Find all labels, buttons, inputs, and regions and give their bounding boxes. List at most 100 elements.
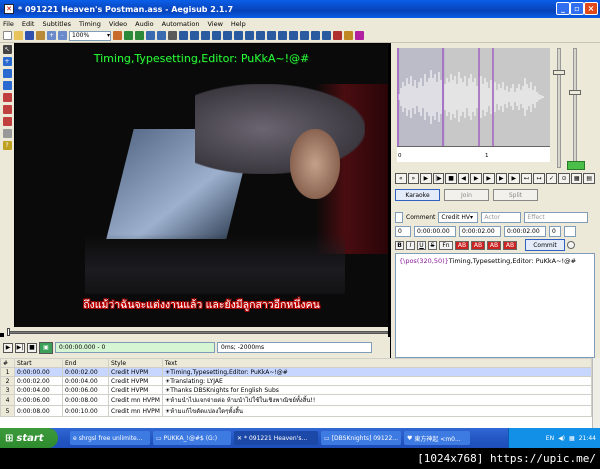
stop-audio-icon[interactable]: ■ [445,172,457,184]
vertical-zoom-slider[interactable] [557,48,561,168]
speaker-icon[interactable]: ◀) [558,435,565,442]
play-line-audio-icon[interactable]: |▶ [432,172,445,184]
options-icon[interactable] [333,31,342,40]
properties-icon[interactable] [212,31,221,40]
strikeout-button[interactable]: S [428,240,437,250]
link-volume-icon[interactable] [567,161,585,170]
play-line-icon[interactable]: ▶| [15,342,25,353]
play-icon[interactable]: ▶ [3,342,13,353]
play-to-end-icon[interactable]: ▶ [508,172,520,184]
grid-scrollbar[interactable] [592,358,600,428]
save-icon[interactable] [25,31,34,40]
karaoke-button[interactable]: Karaoke [395,189,440,201]
menu-video[interactable]: Video [109,20,127,28]
style-select[interactable]: Credit HV ▾ [438,211,479,223]
play-first-500-icon[interactable]: ▶ [482,172,495,184]
auto-goto-icon[interactable]: ▦ [570,172,583,184]
styles-manager-icon[interactable] [201,31,210,40]
margin-right-field[interactable] [564,225,576,237]
play-selection-icon[interactable]: ▶ [420,172,432,184]
start-button[interactable]: ⊞ start [0,428,58,448]
leadout-icon[interactable]: ↦ [533,172,545,184]
menu-help[interactable]: Help [231,20,246,28]
realtime-icon[interactable] [2,129,12,138]
outline-color-button[interactable]: AB [487,240,501,250]
spell-check-icon[interactable] [311,31,320,40]
timing-postprocessor-icon[interactable] [256,31,265,40]
zoom-in-icon[interactable]: + [47,31,56,40]
seek-thumb[interactable] [7,328,10,336]
menu-edit[interactable]: Edit [22,20,35,28]
volume-thumb[interactable] [569,90,581,95]
layer-field[interactable]: 0 [395,225,411,237]
secondary-color-button[interactable]: AB [471,240,485,250]
task-dbsknights[interactable]: ▭ [DBSKnights] 09122... [321,431,401,445]
new-file-icon[interactable] [3,31,12,40]
split-button[interactable]: Split [493,189,538,201]
volume-slider[interactable] [573,48,577,168]
effect-field[interactable]: Effect [524,211,589,223]
table-row[interactable]: 4 0:00:06.00 0:00:08.00 Credit mn HVPM ☀… [0,394,593,406]
language-indicator[interactable]: EN [546,435,554,442]
attachments-icon[interactable] [168,31,177,40]
time-mode-radio[interactable] [567,241,575,249]
open-video-icon[interactable] [36,31,45,40]
autoscroll-icon[interactable]: ▣ [39,341,53,354]
play-last-500-icon[interactable]: ▶ [495,172,508,184]
primary-color-button[interactable]: AB [455,240,469,250]
select-lines-icon[interactable] [322,31,331,40]
actor-field[interactable]: Actor [481,211,522,223]
translation-assistant-icon[interactable] [234,31,243,40]
aegisub-app-icon[interactable]: ✕ [4,4,14,14]
close-button[interactable]: × [584,2,598,15]
commit-button[interactable]: Commit [525,239,565,251]
duration-field[interactable]: 0:00:02.00 [504,225,546,237]
styling-assistant-icon[interactable] [223,31,232,40]
menu-audio[interactable]: Audio [135,20,153,28]
minimize-button[interactable]: _ [556,2,570,15]
start-time-field[interactable]: 0:00:00.00 [414,225,456,237]
bold-button[interactable]: B [395,240,404,250]
audio-waveform[interactable] [397,48,550,146]
prev-line-icon[interactable]: « [395,172,407,184]
leadin-icon[interactable]: ↤ [520,172,533,184]
next-line-icon[interactable]: » [407,172,420,184]
video-time-field[interactable]: 0:00:00.000 - 0 [55,342,215,353]
snap-end-icon[interactable] [300,31,309,40]
menu-automation[interactable]: Automation [162,20,200,28]
join-button[interactable]: Join [444,189,489,201]
menu-view[interactable]: View [207,20,222,28]
replace-icon[interactable] [157,31,166,40]
underline-button[interactable]: U [417,240,426,250]
subtitle-text-editor[interactable]: {\pos(320,50)}Timing,Typesetting,Editor:… [395,253,595,358]
table-row[interactable]: 5 0:00:08.00 0:00:10.00 Credit mn HVPM ☀… [0,405,593,417]
task-folder[interactable]: ▭ PUKKA_!@#$ (G:) [153,431,231,445]
stop-icon[interactable]: ■ [27,342,37,353]
scale-tool-icon[interactable] [2,93,12,102]
standard-tool-icon[interactable]: ↖ [2,45,12,54]
resample-icon[interactable] [245,31,254,40]
video-seek-slider[interactable] [4,327,388,337]
jump-video-icon[interactable] [113,31,122,40]
task-music[interactable]: ♥ 東方神起 <m0... [404,431,470,445]
jump-start-icon[interactable] [124,31,133,40]
table-row[interactable]: 3 0:00:04.00 0:00:06.00 Credit HVPM ☀Tha… [0,385,593,395]
help-icon[interactable]: ? [2,141,12,150]
comment-checkbox[interactable] [395,211,403,223]
fonts-collector-icon[interactable] [179,31,188,40]
clock[interactable]: 21:44 [579,435,596,442]
vector-clip-icon[interactable] [2,117,12,126]
table-row[interactable]: 2 0:00:02.00 0:00:04.00 Credit HVPM ☀Tra… [0,376,593,386]
table-row[interactable]: 1 0:00:00.00 0:00:02.00 Credit HVPM ☀Tim… [0,367,593,377]
rotate-z-icon[interactable] [2,69,12,78]
open-folder-icon[interactable] [14,31,23,40]
goto-icon[interactable]: ⊙ [558,172,570,184]
automation-icon[interactable] [190,31,199,40]
maximize-button[interactable]: ▫ [570,2,584,15]
italic-button[interactable]: I [406,240,415,250]
tools-icon[interactable] [344,31,353,40]
kanji-timer-icon[interactable] [267,31,276,40]
zoom-out-icon[interactable]: - [58,31,67,40]
rotate-xy-icon[interactable] [2,81,12,90]
network-icon[interactable]: ▦ [569,435,575,442]
